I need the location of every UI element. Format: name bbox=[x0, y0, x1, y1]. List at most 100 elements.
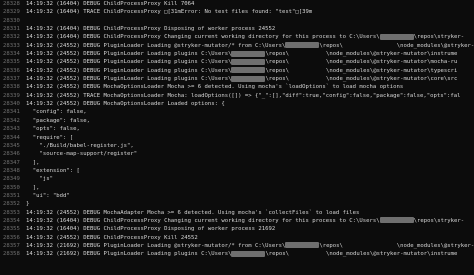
line-number: 28356 bbox=[3, 234, 20, 241]
log-line: 28336 14:19:32 (24552) DEBUG PluginLoader… bbox=[0, 67, 474, 75]
line-number: 28334 bbox=[3, 51, 20, 58]
log-line: 28334 14:19:32 (24552) DEBUG PluginLoader… bbox=[0, 50, 474, 58]
log-text: } bbox=[26, 201, 30, 208]
log-text: 14:19:32 (24552) DEBUG MochaOptionsLoade… bbox=[26, 101, 225, 108]
line-number: 28349 bbox=[3, 176, 20, 183]
log-text: "source-map-support/register" bbox=[26, 151, 138, 158]
line-number: 28358 bbox=[3, 251, 20, 258]
line-number: 28345 bbox=[3, 142, 20, 149]
log-text: 14:19:32 (16404) DEBUG ChildProcessProxy… bbox=[26, 33, 465, 41]
log-text: 14:19:32 (16404) DEBUG ChildProcessProxy… bbox=[26, 217, 465, 224]
redacted-username bbox=[231, 75, 266, 82]
line-number: 28335 bbox=[3, 59, 20, 66]
log-line: 28357 14:19:32 (21692) DEBUG PluginLoader… bbox=[0, 242, 474, 250]
line-number: 28351 bbox=[3, 192, 20, 199]
redacted-username bbox=[285, 42, 320, 49]
log-line: 28342 "package": false, bbox=[0, 117, 474, 125]
line-number: 28328 bbox=[3, 1, 20, 7]
log-line: 28358 14:19:32 (21692) DEBUG PluginLoader… bbox=[0, 250, 474, 258]
line-number: 28344 bbox=[3, 134, 20, 141]
line-number: 28330 bbox=[3, 17, 20, 24]
log-text: 14:19:32 (24552) DEBUG PluginLoader Load… bbox=[26, 75, 458, 83]
log-text: "ui": "bdd" bbox=[26, 192, 70, 199]
log-line: 28337 14:19:32 (24552) DEBUG PluginLoader… bbox=[0, 75, 474, 83]
log-line: 28345 "./Build/babel-register.js", bbox=[0, 142, 474, 150]
log-text: "extension": [ bbox=[26, 167, 80, 174]
log-line: 28343 "opts": false, bbox=[0, 125, 474, 133]
log-line: 28353 14:19:32 (24552) DEBUG MochaAdapter… bbox=[0, 209, 474, 217]
line-number: 28329 bbox=[3, 9, 20, 16]
line-number: 28346 bbox=[3, 151, 20, 158]
log-line: 28351 "ui": "bdd" bbox=[0, 192, 474, 200]
log-text: 14:19:32 (24552) DEBUG MochaOptionsLoade… bbox=[26, 84, 404, 91]
line-number: 28340 bbox=[3, 101, 20, 108]
log-text: 14:19:32 (16404) DEBUG ChildProcessProxy… bbox=[26, 26, 276, 33]
log-line: 28339 14:19:32 (24552) TRACE MochaOptions… bbox=[0, 92, 474, 100]
line-number: 28353 bbox=[3, 209, 20, 216]
log-line: 28338 14:19:32 (24552) DEBUG MochaOptions… bbox=[0, 83, 474, 91]
log-text: 14:19:32 (16404) DEBUG ChildProcessProxy… bbox=[26, 1, 195, 7]
line-number: 28342 bbox=[3, 117, 20, 124]
log-line: 28354 14:19:32 (16404) DEBUG ChildProcess… bbox=[0, 217, 474, 225]
log-text: 14:19:32 (24552) TRACE MochaOptionsLoade… bbox=[26, 92, 461, 99]
line-number: 28331 bbox=[3, 26, 20, 33]
line-number: 28337 bbox=[3, 76, 20, 83]
line-number: 28355 bbox=[3, 226, 20, 233]
log-text: "js" bbox=[26, 176, 53, 183]
log-line: 28356 14:19:32 (24552) DEBUG ChildProcess… bbox=[0, 234, 474, 242]
line-number: 28357 bbox=[3, 242, 20, 249]
log-line: 28333 14:19:32 (24552) DEBUG PluginLoader… bbox=[0, 42, 474, 50]
log-line: 28341 "config": false, bbox=[0, 108, 474, 116]
redacted-username bbox=[231, 58, 266, 65]
log-text: 14:19:32 (24552) DEBUG PluginLoader Load… bbox=[26, 50, 458, 58]
log-text: 14:19:32 (24552) DEBUG PluginLoader Load… bbox=[26, 42, 474, 49]
line-number: 28332 bbox=[3, 34, 20, 41]
redacted-username bbox=[231, 50, 266, 57]
log-line: 28346 "source-map-support/register" bbox=[0, 150, 474, 158]
log-line: 28348 "extension": [ bbox=[0, 167, 474, 175]
log-text: 14:19:32 (24552) DEBUG PluginLoader Load… bbox=[26, 67, 458, 74]
log-text: 14:19:32 (24552) DEBUG MochaAdapter Moch… bbox=[26, 209, 360, 216]
log-text: 14:19:32 (21692) DEBUG PluginLoader Load… bbox=[26, 242, 474, 249]
line-number: 28341 bbox=[3, 109, 20, 116]
log-text: "./Build/babel-register.js", bbox=[26, 142, 134, 149]
log-line: 28344 "require": [ bbox=[0, 134, 474, 142]
redacted-username bbox=[379, 217, 414, 224]
log-text: 14:19:32 (24552) DEBUG ChildProcessProxy… bbox=[26, 234, 198, 241]
line-number: 28339 bbox=[3, 92, 20, 99]
line-number: 28338 bbox=[3, 84, 20, 91]
line-number: 28350 bbox=[3, 184, 20, 191]
log-text: 14:19:32 (16404) TRACE ChildProcessProxy… bbox=[26, 9, 313, 16]
log-text: 14:19:32 (21692) DEBUG PluginLoader Load… bbox=[26, 250, 458, 258]
log-line: 28355 14:19:32 (16404) DEBUG ChildProcess… bbox=[0, 225, 474, 233]
redacted-username bbox=[379, 33, 414, 40]
log-line: 28329 14:19:32 (16404) TRACE ChildProcess… bbox=[0, 8, 474, 16]
log-text: 14:19:32 (24552) DEBUG PluginLoader Load… bbox=[26, 58, 458, 66]
log-line: 28331 14:19:32 (16404) DEBUG ChildProcess… bbox=[0, 25, 474, 33]
line-number: 28336 bbox=[3, 67, 20, 74]
line-number: 28352 bbox=[3, 201, 20, 208]
log-line: 28352} bbox=[0, 200, 474, 208]
line-number: 28347 bbox=[3, 159, 20, 166]
log-text: "require": [ bbox=[26, 134, 74, 141]
log-text: 14:19:32 (16404) DEBUG ChildProcessProxy… bbox=[26, 226, 276, 233]
redacted-username bbox=[231, 250, 266, 257]
log-line: 28332 14:19:32 (16404) DEBUG ChildProcess… bbox=[0, 33, 474, 41]
log-text: ], bbox=[26, 184, 40, 191]
log-line: 28350 ], bbox=[0, 184, 474, 192]
log-line: 28328 14:19:32 (16404) DEBUG ChildProcess… bbox=[0, 0, 474, 8]
log-line: 28347 ], bbox=[0, 159, 474, 167]
log-line: 28349 "js" bbox=[0, 175, 474, 183]
redacted-username bbox=[231, 67, 266, 74]
line-number: 28348 bbox=[3, 167, 20, 174]
log-text: "package": false, bbox=[26, 117, 90, 124]
line-number: 28333 bbox=[3, 42, 20, 49]
log-text: "opts": false, bbox=[26, 126, 80, 133]
log-line: 28335 14:19:32 (24552) DEBUG PluginLoader… bbox=[0, 58, 474, 66]
redacted-username bbox=[285, 242, 320, 249]
log-line: 28340 14:19:32 (24552) DEBUG MochaOptions… bbox=[0, 100, 474, 108]
terminal-output: 28328 14:19:32 (16404) DEBUG ChildProcess… bbox=[0, 0, 474, 275]
log-text: "config": false, bbox=[26, 109, 87, 116]
log-line: 28330 bbox=[0, 17, 474, 25]
